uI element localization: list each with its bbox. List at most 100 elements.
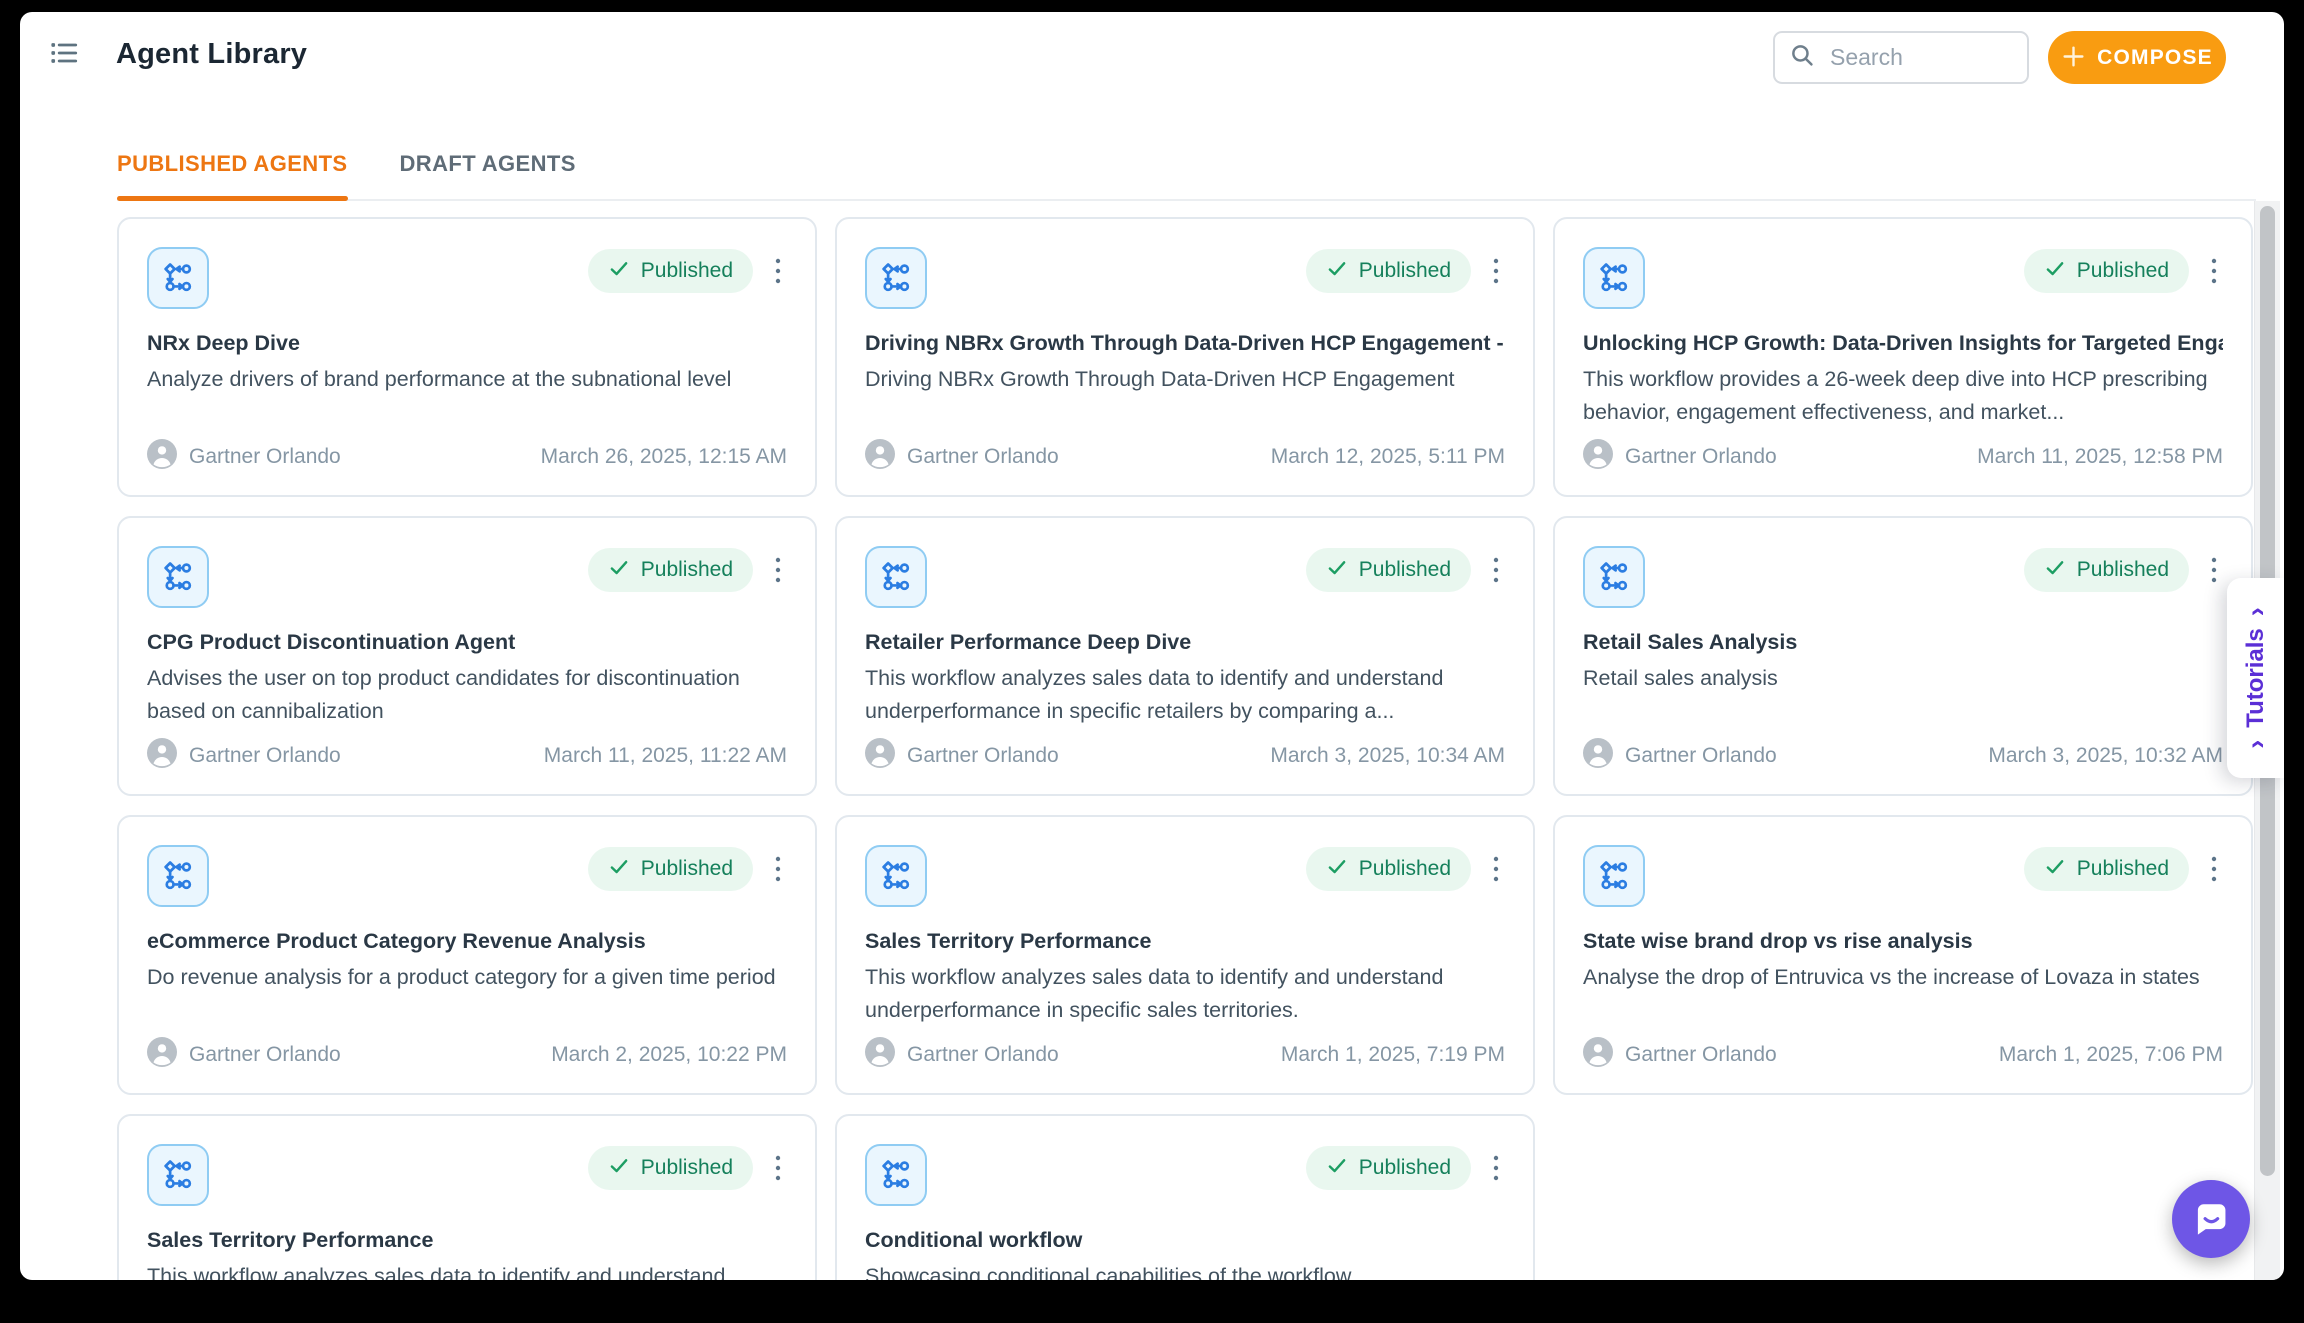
workflow-agent-icon: [865, 845, 927, 907]
status-badge-label: Published: [1359, 558, 1451, 582]
avatar-icon: [147, 1037, 177, 1073]
card-description: This workflow provides a 26-week deep di…: [1583, 363, 2223, 429]
agent-card-grid: Published NRx Deep Dive Analyze drivers …: [117, 217, 2253, 1280]
card-author: Gartner Orlando: [907, 744, 1059, 768]
search-input[interactable]: [1828, 43, 2027, 72]
card-footer: Gartner Orlando March 11, 2025, 12:58 PM: [1583, 439, 2223, 475]
card-title: Conditional workflow: [865, 1228, 1505, 1253]
tab-draft-agents[interactable]: DRAFT AGENTS: [400, 129, 576, 199]
card-title: Driving NBRx Growth Through Data-Driven …: [865, 331, 1505, 356]
status-badge-label: Published: [1359, 259, 1451, 283]
card-title: CPG Product Discontinuation Agent: [147, 630, 787, 655]
compose-button[interactable]: COMPOSE: [2048, 31, 2226, 84]
card-author: Gartner Orlando: [189, 1043, 341, 1067]
avatar-icon: [865, 738, 895, 774]
status-badge: Published: [588, 1146, 753, 1190]
agent-card[interactable]: Published NRx Deep Dive Analyze drivers …: [117, 217, 817, 497]
status-badge-label: Published: [641, 857, 733, 881]
kebab-menu-icon[interactable]: [769, 249, 787, 293]
status-badge: Published: [2024, 847, 2189, 891]
card-description: Driving NBRx Growth Through Data-Driven …: [865, 363, 1505, 396]
chat-bubble-icon: [2190, 1197, 2232, 1242]
agent-card[interactable]: Published State wise brand drop vs rise …: [1553, 815, 2253, 1095]
card-date: March 2, 2025, 10:22 PM: [551, 1043, 787, 1067]
agent-card[interactable]: Published Retail Sales Analysis Retail s…: [1553, 516, 2253, 796]
status-badge-label: Published: [641, 1156, 733, 1180]
check-icon: [608, 258, 630, 285]
check-icon: [608, 557, 630, 584]
kebab-menu-icon[interactable]: [1487, 249, 1505, 293]
agent-card[interactable]: Published Driving NBRx Growth Through Da…: [835, 217, 1535, 497]
agent-card[interactable]: Published eCommerce Product Category Rev…: [117, 815, 817, 1095]
card-title: Sales Territory Performance: [147, 1228, 787, 1253]
kebab-menu-icon[interactable]: [769, 1146, 787, 1190]
sidebar-toggle-button[interactable]: [44, 34, 84, 74]
workflow-agent-icon: [865, 247, 927, 309]
kebab-menu-icon[interactable]: [2205, 548, 2223, 592]
workflow-agent-icon: [865, 1144, 927, 1206]
avatar-icon: [1583, 738, 1613, 774]
compose-button-label: COMPOSE: [2097, 46, 2213, 70]
agent-card[interactable]: Published Conditional workflow Showcasin…: [835, 1114, 1535, 1280]
card-header: Published: [865, 247, 1505, 309]
kebab-menu-icon[interactable]: [769, 847, 787, 891]
card-header: Published: [865, 845, 1505, 907]
avatar-icon: [147, 738, 177, 774]
card-description: Retail sales analysis: [1583, 662, 2223, 695]
app-screen: Agent Library COMPOSE PUBLISHED AGENTS: [0, 0, 2304, 1323]
card-date: March 11, 2025, 11:22 AM: [544, 744, 787, 768]
agent-card[interactable]: Published Retailer Performance Deep Dive…: [835, 516, 1535, 796]
tab-published-agents[interactable]: PUBLISHED AGENTS: [117, 129, 348, 199]
card-header: Published: [147, 845, 787, 907]
card-header-actions: Published: [588, 548, 787, 592]
tutorials-side-tab-label: › Tutorials ›: [2242, 607, 2270, 749]
card-footer: Gartner Orlando March 1, 2025, 7:19 PM: [865, 1037, 1505, 1073]
agent-card[interactable]: Published Unlocking HCP Growth: Data-Dri…: [1553, 217, 2253, 497]
kebab-menu-icon[interactable]: [1487, 548, 1505, 592]
status-badge-label: Published: [1359, 1156, 1451, 1180]
agent-card[interactable]: Published Sales Territory Performance Th…: [835, 815, 1535, 1095]
search-box[interactable]: [1773, 31, 2029, 84]
check-icon: [608, 1155, 630, 1182]
kebab-menu-icon[interactable]: [1487, 1146, 1505, 1190]
card-author: Gartner Orlando: [1625, 1043, 1777, 1067]
card-description: Analyse the drop of Entruvica vs the inc…: [1583, 961, 2223, 994]
card-header: Published: [147, 1144, 787, 1206]
chat-launcher-button[interactable]: [2172, 1180, 2250, 1258]
page-title: Agent Library: [116, 38, 307, 71]
kebab-menu-icon[interactable]: [1487, 847, 1505, 891]
check-icon: [2044, 557, 2066, 584]
kebab-menu-icon[interactable]: [2205, 249, 2223, 293]
card-author: Gartner Orlando: [907, 1043, 1059, 1067]
avatar-icon: [147, 439, 177, 475]
card-header-actions: Published: [588, 249, 787, 293]
card-footer: Gartner Orlando March 3, 2025, 10:32 AM: [1583, 738, 2223, 774]
kebab-menu-icon[interactable]: [769, 548, 787, 592]
card-date: March 3, 2025, 10:32 AM: [1988, 744, 2223, 768]
agent-card[interactable]: Published CPG Product Discontinuation Ag…: [117, 516, 817, 796]
card-header-actions: Published: [2024, 847, 2223, 891]
card-title: Sales Territory Performance: [865, 929, 1505, 954]
card-date: March 26, 2025, 12:15 AM: [541, 445, 787, 469]
kebab-menu-icon[interactable]: [2205, 847, 2223, 891]
agent-library-window: Agent Library COMPOSE PUBLISHED AGENTS: [20, 12, 2284, 1280]
card-header-actions: Published: [588, 1146, 787, 1190]
card-header: Published: [865, 546, 1505, 608]
card-footer: Gartner Orlando March 2, 2025, 10:22 PM: [147, 1037, 787, 1073]
status-badge: Published: [2024, 249, 2189, 293]
workflow-agent-icon: [147, 845, 209, 907]
check-icon: [1326, 1155, 1348, 1182]
card-header: Published: [147, 546, 787, 608]
avatar-icon: [865, 1037, 895, 1073]
card-footer: Gartner Orlando March 26, 2025, 12:15 AM: [147, 439, 787, 475]
card-description: This workflow analyzes sales data to ide…: [147, 1260, 787, 1280]
tutorials-side-tab[interactable]: › Tutorials ›: [2227, 578, 2284, 778]
card-header-actions: Published: [2024, 548, 2223, 592]
card-footer: Gartner Orlando March 12, 2025, 5:11 PM: [865, 439, 1505, 475]
card-title: State wise brand drop vs rise analysis: [1583, 929, 2223, 954]
check-icon: [1326, 856, 1348, 883]
agent-card[interactable]: Published Sales Territory Performance Th…: [117, 1114, 817, 1280]
card-title: NRx Deep Dive: [147, 331, 787, 356]
workflow-agent-icon: [1583, 247, 1645, 309]
workflow-agent-icon: [1583, 546, 1645, 608]
